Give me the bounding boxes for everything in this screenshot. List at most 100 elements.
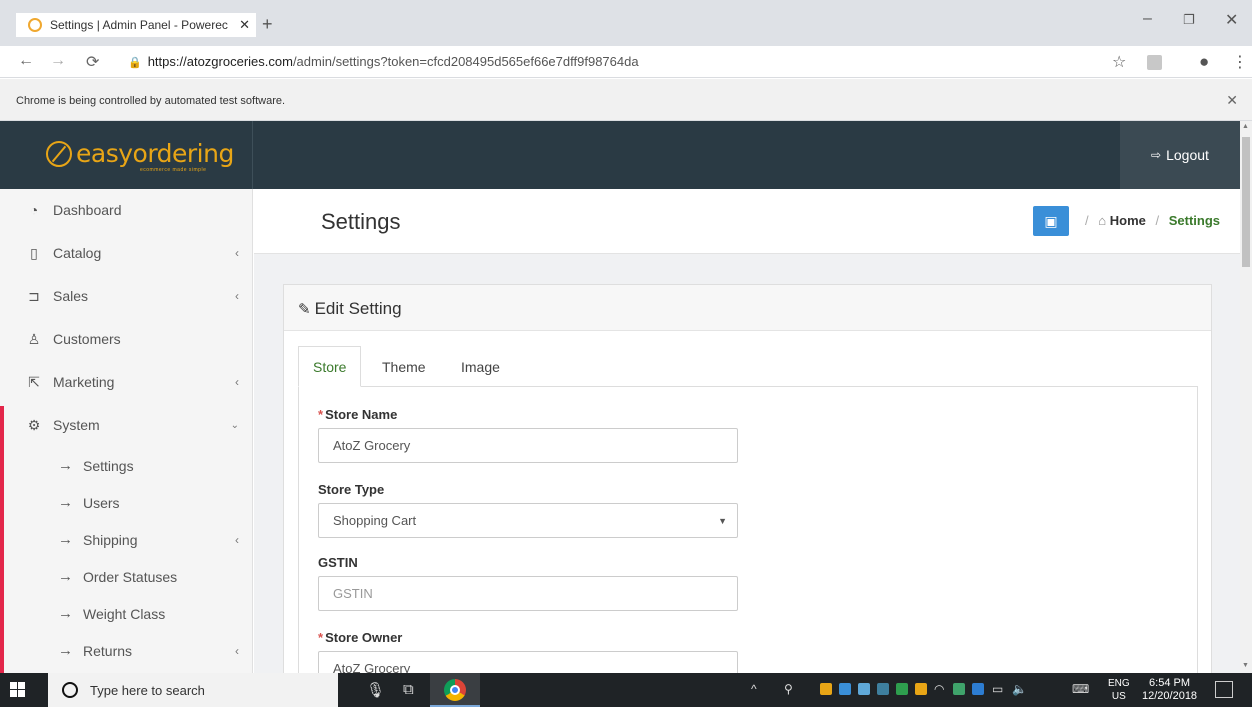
sidebar-item-customers[interactable]: ♙ Customers [0, 318, 253, 360]
page-scrollbar[interactable]: ▲ ▼ [1240, 121, 1252, 673]
windows-start-icon[interactable] [10, 682, 26, 698]
extension-icon[interactable] [1147, 55, 1162, 70]
gstin-input[interactable]: GSTIN [318, 576, 738, 611]
chevron-left-icon: ‹ [235, 246, 239, 260]
browser-tab[interactable]: Settings | Admin Panel - Powerec ✕ [16, 13, 256, 37]
bookmark-star-icon[interactable]: ☆ [1112, 52, 1126, 72]
windows-taskbar: Type here to search 🎙 ⧉ ^ ⚲ ◠ ▭ 🔈 ⌨ ENG … [0, 673, 1252, 707]
keyboard-icon[interactable]: ⌨ [1072, 682, 1089, 696]
taskbar-clock[interactable]: 6:54 PM 12/20/2018 [1142, 677, 1197, 703]
logout-button[interactable]: ⇨ Logout [1120, 121, 1240, 189]
profile-icon[interactable]: ● [1199, 52, 1209, 72]
favicon-icon [28, 18, 42, 32]
tab-store[interactable]: Store [298, 346, 362, 387]
tray-app-icon[interactable] [858, 683, 870, 695]
user-icon: ♙ [27, 330, 41, 347]
sidebar-item-system[interactable]: ⚙ System ⌄ [0, 404, 253, 446]
chevron-left-icon: ‹ [235, 643, 239, 658]
close-tab-icon[interactable]: ✕ [239, 17, 250, 33]
breadcrumb: / ⌂ Home / Settings [1079, 213, 1220, 228]
save-button[interactable]: ▣ [1033, 206, 1069, 236]
store-tab-panel: * Store Name AtoZ Grocery Store Type Shop… [298, 387, 1198, 687]
task-view-icon[interactable]: ⧉ [403, 681, 414, 698]
share-icon: ⇱ [28, 373, 40, 390]
gstin-label: GSTIN [318, 555, 358, 570]
sidebar-subitem-label: Shipping [83, 531, 138, 548]
tray-app-icon[interactable] [915, 683, 927, 695]
back-icon[interactable]: ← [18, 52, 34, 70]
language-indicator[interactable]: ENG US [1108, 677, 1130, 703]
store-owner-label: * Store Owner [318, 630, 402, 645]
sidebar-item-dashboard[interactable]: ◔ Dashboard [0, 189, 253, 231]
sidebar-subitem-shipping[interactable]: → Shipping ‹ [0, 521, 253, 558]
sidebar-item-marketing[interactable]: ⇱ Marketing ‹ [0, 361, 253, 403]
microphone-icon[interactable]: 🎙 [366, 681, 385, 699]
url-path: /admin/settings?token=cfcd208495d565ef66… [292, 54, 639, 69]
mail-icon[interactable] [839, 683, 851, 695]
new-tab-icon[interactable]: + [262, 14, 273, 35]
battery-icon[interactable]: ▭ [992, 682, 1003, 696]
scroll-down-icon[interactable]: ▼ [1242, 662, 1249, 669]
tab-label: Image [461, 358, 500, 375]
floppy-disk-icon: ▣ [1044, 212, 1058, 229]
cog-icon: ⚙ [27, 416, 41, 433]
required-marker: * [318, 407, 324, 422]
logo[interactable]: easyordering ecommerce made simple [0, 121, 253, 189]
card-title-text: Edit Setting [314, 299, 402, 318]
settings-tabs: Store Theme Image [298, 346, 1198, 387]
forward-icon[interactable]: → [50, 52, 66, 70]
notifications-icon[interactable] [1215, 681, 1233, 698]
sidebar-subitem-order-statuses[interactable]: → Order Statuses [0, 558, 253, 595]
sidebar-item-catalog[interactable]: ▯ Catalog ‹ [0, 232, 253, 274]
breadcrumb-home[interactable]: Home [1110, 213, 1146, 228]
sidebar-item-label: Customers [53, 331, 121, 347]
bluetooth-icon[interactable] [972, 683, 984, 695]
sidebar-item-label: System [53, 417, 100, 433]
tab-theme[interactable]: Theme [382, 346, 426, 387]
logo-text: easyordering [76, 139, 234, 168]
sidebar-item-label: Dashboard [53, 202, 122, 218]
wifi-icon[interactable]: ◠ [934, 682, 944, 696]
url-field[interactable]: 🔒 https://atozgroceries.com/admin/setting… [128, 54, 639, 69]
tray-overflow-icon[interactable]: ^ [751, 682, 757, 696]
logo-mark-icon [46, 141, 72, 167]
close-window-icon[interactable]: ✕ [1225, 10, 1238, 30]
tray-app-icon[interactable] [820, 683, 832, 695]
people-icon[interactable]: ⚲ [784, 682, 793, 696]
security-icon[interactable] [953, 683, 965, 695]
store-type-select[interactable]: Shopping Cart ▼ [318, 503, 738, 538]
scroll-up-icon[interactable]: ▲ [1242, 123, 1249, 130]
minimize-icon[interactable]: – [1143, 10, 1152, 28]
tray-app-icon[interactable] [896, 683, 908, 695]
taskbar-search[interactable]: Type here to search [48, 673, 338, 707]
tab-label: Store [313, 358, 347, 375]
sidebar-subitem-weight-class[interactable]: → Weight Class [0, 595, 253, 632]
reload-icon[interactable]: ⟳ [86, 52, 99, 72]
main-content: Settings ▣ / ⌂ Home / Settings ✎ Edit Set… [254, 189, 1240, 687]
cart-icon: ⊐ [28, 287, 40, 304]
store-name-label-text: Store Name [325, 407, 398, 422]
sidebar-item-label: Sales [53, 288, 89, 304]
sidebar-item-sales[interactable]: ⊐ Sales ‹ [0, 275, 253, 317]
volume-icon[interactable]: 🔈 [1012, 682, 1027, 696]
language-code: ENG [1108, 678, 1130, 689]
arrow-right-icon: → [58, 568, 73, 585]
cortana-icon [62, 682, 78, 698]
page-header: Settings ▣ / ⌂ Home / Settings [254, 189, 1240, 254]
sidebar-subitem-label: Order Statuses [83, 568, 178, 585]
chevron-left-icon: ‹ [235, 532, 239, 547]
close-infobar-icon[interactable]: ✕ [1226, 92, 1238, 109]
tab-image[interactable]: Image [461, 346, 500, 387]
store-name-label: * Store Name [318, 407, 397, 422]
sidebar-subitem-users[interactable]: → Users [0, 484, 253, 521]
sidebar-subitem-settings[interactable]: → Settings [0, 447, 253, 484]
menu-icon[interactable]: ⋮ [1232, 52, 1248, 72]
tray-app-icon[interactable] [877, 683, 889, 695]
store-name-input[interactable]: AtoZ Grocery [318, 428, 738, 463]
logout-icon: ⇨ [1151, 148, 1162, 162]
scrollbar-thumb[interactable] [1242, 137, 1250, 267]
breadcrumb-current[interactable]: Settings [1169, 213, 1220, 228]
chevron-down-icon: ⌄ [230, 419, 239, 431]
sidebar-subitem-returns[interactable]: → Returns ‹ [0, 632, 253, 669]
restore-icon[interactable]: ❐ [1183, 12, 1195, 28]
